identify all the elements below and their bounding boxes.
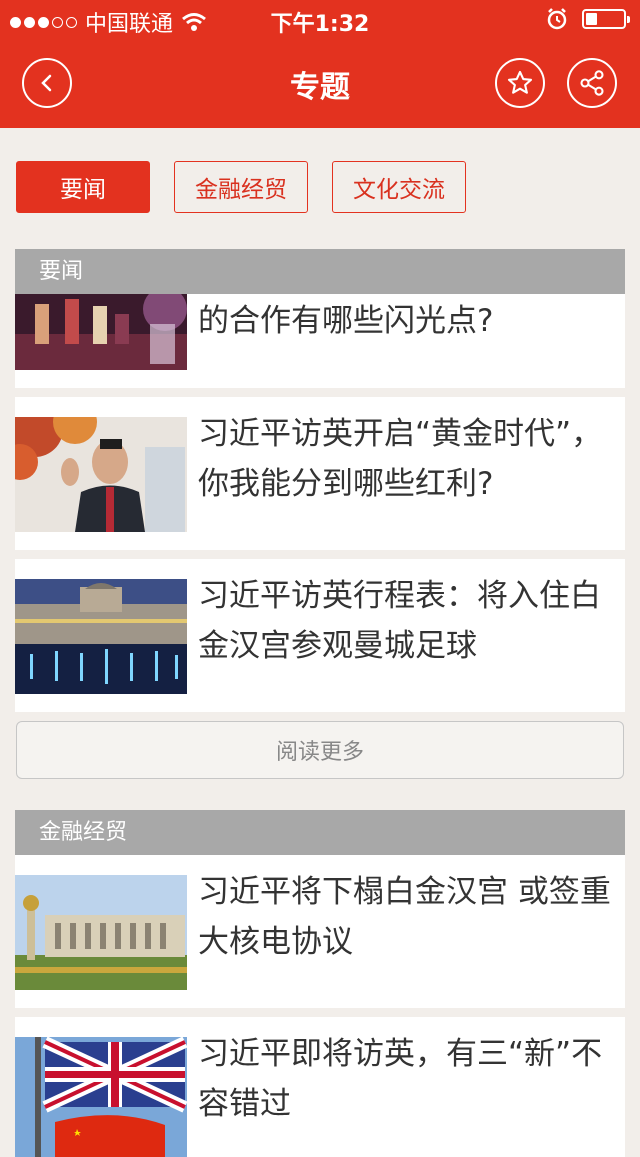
share-button[interactable] (567, 58, 617, 108)
article-thumbnail (15, 875, 187, 990)
battery-icon (582, 9, 630, 29)
article-thumbnail (15, 1037, 187, 1157)
alarm-icon (547, 8, 567, 30)
list-item[interactable]: 习近平即将访英，有三“新”不容错过 (15, 1017, 625, 1157)
article-thumbnail (15, 294, 187, 370)
list-item[interactable]: 的合作有哪些闪光点? (15, 294, 625, 388)
tab-finance-trade[interactable]: 金融经贸 (174, 161, 308, 213)
favorite-button[interactable] (495, 58, 545, 108)
article-title: 习近平访英行程表：将入住白金汉宫参观曼城足球 (198, 578, 601, 664)
read-more-button[interactable]: 阅读更多 (16, 721, 624, 779)
article-title: 习近平访英开启“黄金时代”，你我能分到哪些红利? (198, 416, 603, 502)
list-item[interactable]: 习近平访英开启“黄金时代”，你我能分到哪些红利? (15, 397, 625, 550)
tab-culture-exchange[interactable]: 文化交流 (332, 161, 466, 213)
clock: 下午1:32 (270, 12, 370, 37)
article-thumbnail (15, 579, 187, 694)
article-title: 习近平将下榻白金汉宫 或签重大核电协议 (198, 874, 611, 960)
share-icon (580, 70, 604, 96)
list-item[interactable]: 习近平将下榻白金汉宫 或签重大核电协议 (15, 855, 625, 1008)
article-title: 的合作有哪些闪光点? (198, 303, 494, 339)
section-header-headlines: 要闻 (15, 249, 625, 294)
tab-headlines[interactable]: 要闻 (16, 161, 150, 213)
list-item[interactable]: 习近平访英行程表：将入住白金汉宫参观曼城足球 (15, 559, 625, 712)
section-header-finance: 金融经贸 (15, 810, 625, 855)
article-title: 习近平即将访英，有三“新”不容错过 (198, 1036, 603, 1122)
article-thumbnail (15, 417, 187, 532)
star-icon (507, 70, 533, 94)
status-bar: 中国联通 下午1:32 (0, 0, 640, 40)
app-header: 中国联通 下午1:32 专题 (0, 0, 640, 128)
